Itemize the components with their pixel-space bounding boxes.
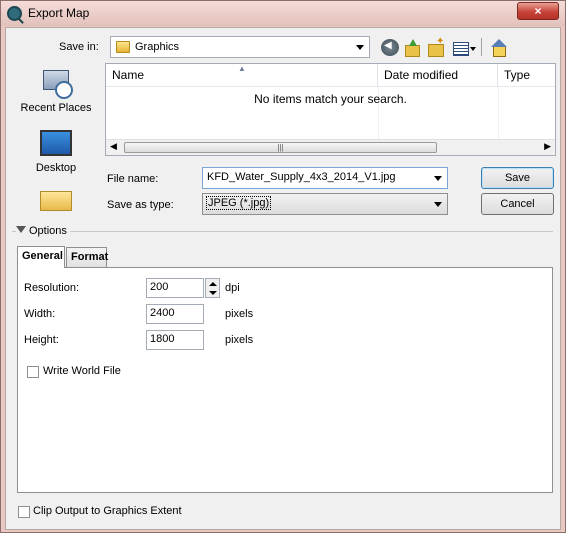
dialog-body: Save in: Graphics Recent Places Desktop … [5,27,561,530]
empty-message: No items match your search. [254,92,407,106]
title-bar[interactable]: Export Map × [1,1,565,26]
options-toggle[interactable]: Options [16,225,70,237]
file-list[interactable]: Name ▲ Date modified Type No items match… [105,63,556,156]
file-name-value: KFD_Water_Supply_4x3_2014_V1.jpg [207,171,396,183]
cancel-button[interactable]: Cancel [481,193,554,215]
place-label: Recent Places [20,102,92,114]
recent-places-icon [41,68,73,99]
app-magnifier-icon [7,6,22,21]
file-name-label: File name: [107,173,159,185]
home-icon[interactable] [490,39,508,57]
chevron-down-icon [356,45,364,50]
width-input[interactable]: 2400 [146,304,204,324]
sort-up-icon: ▲ [238,64,246,73]
place-desktop[interactable]: Desktop [16,130,96,174]
new-folder-icon[interactable] [427,36,445,57]
scroll-left-icon[interactable]: ◀ [110,141,117,152]
horizontal-scrollbar[interactable]: ◀ ||| ▶ [106,139,555,155]
save-as-type-value: JPEG (*.jpg) [205,196,272,210]
resolution-input[interactable]: 200 [146,278,204,298]
up-folder-icon[interactable] [403,39,421,57]
height-label: Height: [24,334,59,346]
tab-general[interactable]: General [17,246,65,268]
chevron-down-icon [434,202,442,207]
save-as-type-dropdown[interactable]: JPEG (*.jpg) [202,193,448,215]
general-tab-panel: Resolution: 200 dpi Width: 2400 pixels H… [17,267,553,493]
resolution-unit: dpi [225,282,240,294]
back-icon[interactable] [381,39,399,56]
write-world-file-label: Write World File [43,365,121,377]
options-divider [12,231,553,232]
close-button[interactable]: × [517,2,559,20]
width-unit: pixels [225,308,254,320]
tab-format[interactable]: Format [66,247,108,267]
column-header-type[interactable]: Type [498,64,556,86]
column-header-date-modified[interactable]: Date modified [378,64,498,86]
write-world-file-checkbox[interactable] [27,366,39,378]
view-menu-icon[interactable] [452,39,478,56]
libraries-icon [40,191,72,211]
scroll-thumb[interactable]: ||| [124,142,437,153]
height-input[interactable]: 1800 [146,330,204,350]
window-title: Export Map [28,6,90,20]
file-name-input[interactable]: KFD_Water_Supply_4x3_2014_V1.jpg [202,167,448,189]
place-label: Desktop [35,162,77,174]
save-in-value: Graphics [135,41,180,53]
save-as-type-label: Save as type: [107,199,174,211]
folder-icon [116,41,130,53]
place-libraries[interactable] [16,191,96,211]
collapse-triangle-icon [16,226,26,233]
place-recent-places[interactable]: Recent Places [16,68,96,114]
chevron-down-icon[interactable] [434,176,442,181]
header-divider [106,86,555,87]
toolbar-separator [481,38,482,56]
desktop-icon [40,130,72,156]
clip-output-label: Clip Output to Graphics Extent [33,505,182,517]
width-label: Width: [24,308,56,320]
scroll-right-icon[interactable]: ▶ [544,141,551,152]
clip-output-checkbox[interactable] [18,506,30,518]
resolution-spinner[interactable] [205,278,220,298]
save-in-label: Save in: [59,41,99,53]
save-in-dropdown[interactable]: Graphics [110,36,370,58]
height-unit: pixels [225,334,254,346]
save-button[interactable]: Save [481,167,554,189]
options-label: Options [29,225,67,237]
export-map-dialog: Export Map × Save in: Graphics Recent Pl… [0,0,566,533]
resolution-label: Resolution: [24,282,80,294]
